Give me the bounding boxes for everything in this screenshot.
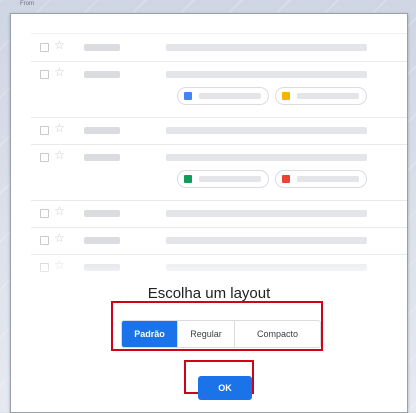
chip-label-placeholder — [297, 176, 359, 182]
subject-placeholder — [166, 127, 367, 134]
star-icon: ☆ — [54, 121, 65, 135]
layout-dialog-window: ☆ ☆ ☆ ☆ ☆ ☆ Escolha um layout Padrão Reg… — [10, 13, 408, 413]
checkbox-icon — [40, 209, 49, 218]
subject-placeholder — [166, 71, 367, 78]
list-item: ☆ — [31, 200, 407, 228]
layout-segmented-control: Padrão Regular Compacto — [121, 320, 321, 348]
image-icon — [282, 175, 290, 183]
layout-option-regular[interactable]: Regular — [178, 321, 235, 347]
docs-icon — [184, 92, 192, 100]
inbox-preview: ☆ ☆ ☆ ☆ ☆ ☆ — [31, 33, 407, 280]
attachment-chip — [275, 87, 367, 105]
chip-label-placeholder — [199, 93, 261, 99]
list-item: ☆ — [31, 34, 407, 62]
list-item: ☆ — [31, 227, 407, 255]
star-icon: ☆ — [54, 231, 65, 245]
chip-label-placeholder — [199, 176, 261, 182]
star-icon: ☆ — [54, 148, 65, 162]
layout-option-compacto[interactable]: Compacto — [235, 321, 320, 347]
sender-placeholder — [84, 44, 120, 51]
checkbox-icon — [40, 236, 49, 245]
checkbox-icon — [40, 153, 49, 162]
from-label: From — [20, 1, 34, 7]
list-item: ☆ — [31, 61, 407, 118]
layout-option-padrao[interactable]: Padrão — [122, 321, 178, 347]
subject-placeholder — [166, 237, 367, 244]
sender-placeholder — [84, 210, 120, 217]
star-icon: ☆ — [54, 65, 65, 79]
checkbox-icon — [40, 126, 49, 135]
sender-placeholder — [84, 154, 120, 161]
subject-placeholder — [166, 44, 367, 51]
dialog-title: Escolha um layout — [147, 285, 271, 302]
attachment-chip — [177, 87, 269, 105]
sender-placeholder — [84, 71, 120, 78]
sheets-icon — [184, 175, 192, 183]
subject-placeholder — [166, 154, 367, 161]
star-icon: ☆ — [54, 204, 65, 218]
attachment-chip — [177, 170, 269, 188]
chip-label-placeholder — [297, 93, 359, 99]
checkbox-icon — [40, 70, 49, 79]
subject-placeholder — [166, 210, 367, 217]
list-item: ☆ — [31, 117, 407, 145]
sender-placeholder — [84, 237, 120, 244]
checkbox-icon — [40, 43, 49, 52]
ok-button[interactable]: OK — [198, 376, 252, 400]
attachment-chip — [275, 170, 367, 188]
star-icon: ☆ — [54, 38, 65, 52]
preview-fade — [11, 254, 407, 284]
sender-placeholder — [84, 127, 120, 134]
slides-icon — [282, 92, 290, 100]
list-item: ☆ — [31, 144, 407, 201]
